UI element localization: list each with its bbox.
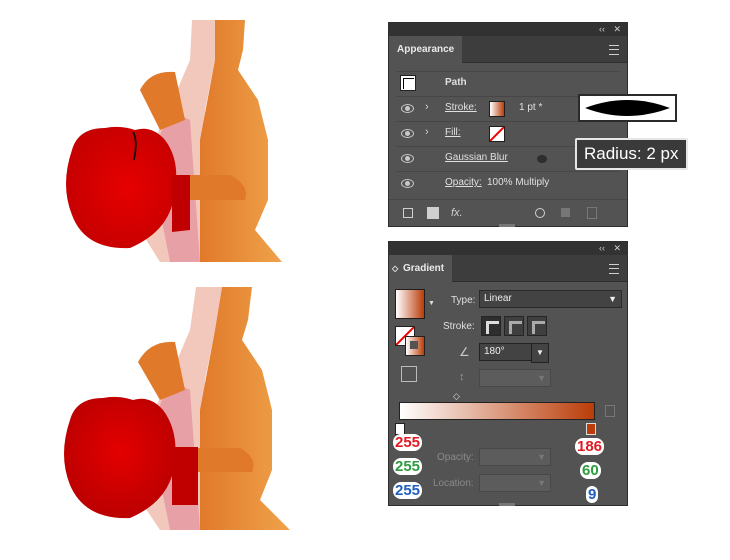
- fill-label[interactable]: Fill:: [445, 127, 461, 138]
- fill-stroke-swatch[interactable]: [395, 326, 425, 356]
- type-label: Type:: [451, 295, 476, 306]
- midpoint-diamond-icon[interactable]: ◇: [453, 391, 460, 402]
- chevron-right-icon[interactable]: ›: [425, 126, 429, 138]
- angle-value: 180°: [484, 346, 505, 357]
- panel-menu-icon[interactable]: [609, 45, 619, 55]
- new-stroke-icon[interactable]: [403, 208, 413, 218]
- left-stop-blue-value: 255: [393, 482, 423, 499]
- stroke-weight[interactable]: 1 pt *: [519, 102, 542, 113]
- left-stop-green-value: 255: [393, 458, 423, 475]
- path-thumbnail-icon: [400, 75, 416, 91]
- chevron-down-icon: ▼: [537, 478, 546, 488]
- angle-icon: ∠: [459, 345, 470, 359]
- aspect-ratio-icon: ↕: [459, 371, 465, 383]
- appearance-row-path[interactable]: Path: [397, 71, 619, 96]
- new-fill-icon[interactable]: [427, 207, 439, 219]
- collapse-icon[interactable]: ‹‹: [599, 242, 605, 255]
- dropdown-arrow-icon[interactable]: ▼: [428, 300, 435, 307]
- duplicate-icon[interactable]: [561, 208, 570, 217]
- stroke-label: Stroke:: [443, 321, 475, 332]
- stroke-along-button[interactable]: [504, 316, 524, 336]
- clear-icon[interactable]: [535, 208, 545, 218]
- angle-dropdown-button[interactable]: ▼: [531, 343, 549, 363]
- visibility-eye-icon[interactable]: [401, 104, 414, 113]
- opacity-label[interactable]: Opacity:: [445, 177, 482, 188]
- gradient-type-select[interactable]: Linear ▼: [479, 290, 622, 308]
- appearance-tabbar: Appearance: [389, 36, 627, 63]
- tab-appearance[interactable]: Appearance: [389, 36, 463, 63]
- reverse-gradient-icon[interactable]: [401, 366, 417, 382]
- appearance-panel: ‹‹ ✕ Appearance Path › Stroke: 1 pt * › …: [388, 22, 628, 227]
- chevron-down-icon: ▼: [537, 452, 546, 462]
- expand-arrow-icon[interactable]: ◇: [392, 255, 398, 282]
- opacity-label: Opacity:: [437, 452, 474, 463]
- delete-stop-icon[interactable]: [605, 405, 615, 417]
- gradient-type-value: Linear: [484, 293, 512, 304]
- resize-grip[interactable]: [499, 503, 515, 506]
- visibility-eye-icon[interactable]: [401, 129, 414, 138]
- gradient-tab-label: Gradient: [403, 263, 445, 274]
- tab-gradient[interactable]: ◇ Gradient: [389, 255, 453, 282]
- illustration-top: [66, 20, 282, 262]
- gradient-slider-bar[interactable]: [399, 402, 595, 420]
- stroke-profile-preview[interactable]: [578, 94, 677, 122]
- gradient-preview-swatch[interactable]: [395, 289, 425, 319]
- gradient-stop-right[interactable]: [586, 423, 596, 435]
- stroke-swatch[interactable]: [489, 101, 505, 117]
- chevron-right-icon[interactable]: ›: [425, 101, 429, 113]
- appearance-row-opacity[interactable]: Opacity: 100% Multiply: [397, 171, 619, 196]
- chevron-down-icon: ▼: [608, 294, 617, 304]
- opacity-input[interactable]: ▼: [479, 448, 551, 466]
- stroke-across-button[interactable]: [527, 316, 547, 336]
- stroke-label[interactable]: Stroke:: [445, 102, 477, 113]
- angle-input[interactable]: 180°: [479, 343, 537, 361]
- right-stop-green-value: 60: [580, 462, 601, 479]
- gradient-tabbar: ◇ Gradient: [389, 255, 627, 282]
- collapse-icon[interactable]: ‹‹: [599, 23, 605, 36]
- right-stop-red-value: 186: [575, 438, 605, 455]
- close-icon[interactable]: ✕: [613, 242, 621, 255]
- visibility-eye-icon[interactable]: [401, 154, 414, 163]
- gradient-titlebar[interactable]: ‹‹ ✕: [389, 242, 627, 255]
- fx-icon[interactable]: fx.: [451, 207, 463, 219]
- aspect-ratio-input[interactable]: ▼: [479, 369, 551, 387]
- close-icon[interactable]: ✕: [613, 23, 621, 36]
- trash-icon[interactable]: [587, 207, 597, 219]
- stroke-within-button[interactable]: [481, 316, 501, 336]
- left-stop-red-value: 255: [393, 434, 423, 451]
- right-stop-blue-value: 9: [586, 486, 599, 503]
- chevron-down-icon: ▼: [537, 373, 546, 383]
- location-input[interactable]: ▼: [479, 474, 551, 492]
- fx-toggle-icon[interactable]: [537, 155, 547, 163]
- stroke-profile-shape-icon: [585, 100, 670, 116]
- location-label: Location:: [433, 478, 474, 489]
- radius-tooltip: Radius: 2 px: [575, 138, 688, 170]
- path-label: Path: [445, 77, 467, 88]
- fill-none-swatch[interactable]: [489, 126, 505, 142]
- resize-grip[interactable]: [499, 224, 515, 227]
- opacity-value[interactable]: 100% Multiply: [487, 177, 549, 188]
- appearance-footer: fx.: [389, 199, 627, 226]
- visibility-eye-icon[interactable]: [401, 179, 414, 188]
- appearance-titlebar[interactable]: ‹‹ ✕: [389, 23, 627, 36]
- panel-menu-icon[interactable]: [609, 264, 619, 274]
- gaussian-blur-label[interactable]: Gaussian Blur: [445, 152, 508, 163]
